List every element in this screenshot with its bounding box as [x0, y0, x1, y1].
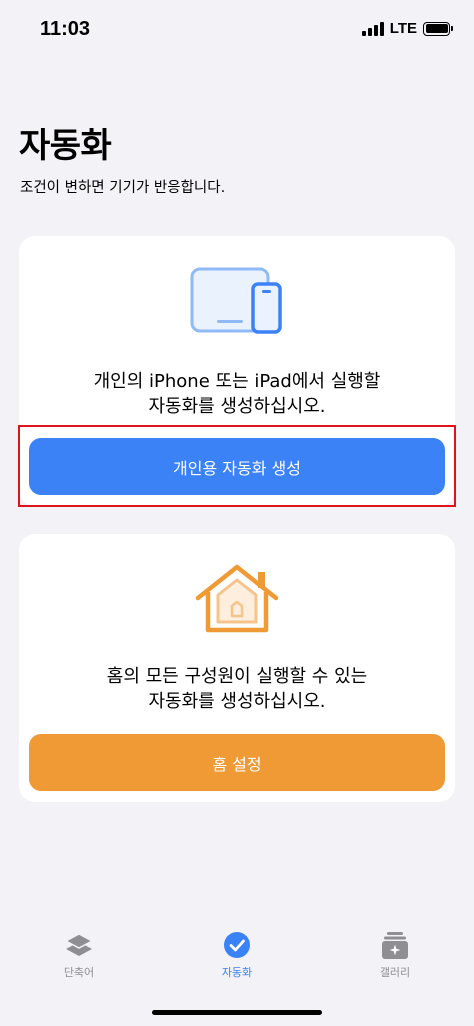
home-card-line2: 자동화를 생성하십시오.: [148, 691, 326, 712]
layers-icon: [64, 933, 94, 956]
tab-gallery[interactable]: 갤러리: [316, 920, 474, 1026]
tab-automation-label: 자동화: [221, 966, 253, 979]
page-subtitle: 조건이 변하면 기기가 반응합니다.: [20, 180, 226, 196]
home-indicator: [152, 1010, 322, 1015]
network-label: LTE: [389, 20, 417, 37]
tab-shortcuts[interactable]: 단축어: [0, 920, 158, 1026]
home-card-line1: 홈의 모든 구성원이 실행할 수 있는: [106, 666, 368, 687]
tab-gallery-label: 갤러리: [379, 966, 411, 979]
gallery-icon: [382, 932, 408, 959]
battery-icon: [423, 21, 453, 36]
home-icon: [195, 564, 279, 633]
personal-card-description: 개인의 iPhone 또는 iPad에서 실행할 자동화를 생성하십시오.: [19, 369, 455, 419]
signal-icon: [361, 21, 384, 36]
home-setup-button[interactable]: 홈 설정: [29, 734, 445, 791]
home-automation-card: 홈의 모든 구성원이 실행할 수 있는 자동화를 생성하십시오. 홈 설정: [19, 534, 455, 802]
devices-icon: [190, 267, 282, 334]
home-card-description: 홈의 모든 구성원이 실행할 수 있는 자동화를 생성하십시오.: [19, 664, 455, 714]
highlight-box: [18, 425, 456, 507]
status-time: 11:03: [40, 18, 91, 40]
checkmark-clock-icon: [224, 932, 250, 958]
personal-card-line1: 개인의 iPhone 또는 iPad에서 실행할: [93, 371, 381, 392]
personal-card-line2: 자동화를 생성하십시오.: [148, 396, 326, 417]
page-title: 자동화: [19, 126, 112, 166]
status-indicators: LTE: [361, 20, 453, 37]
status-bar: 11:03 LTE: [0, 0, 474, 60]
tab-shortcuts-label: 단축어: [63, 966, 95, 979]
